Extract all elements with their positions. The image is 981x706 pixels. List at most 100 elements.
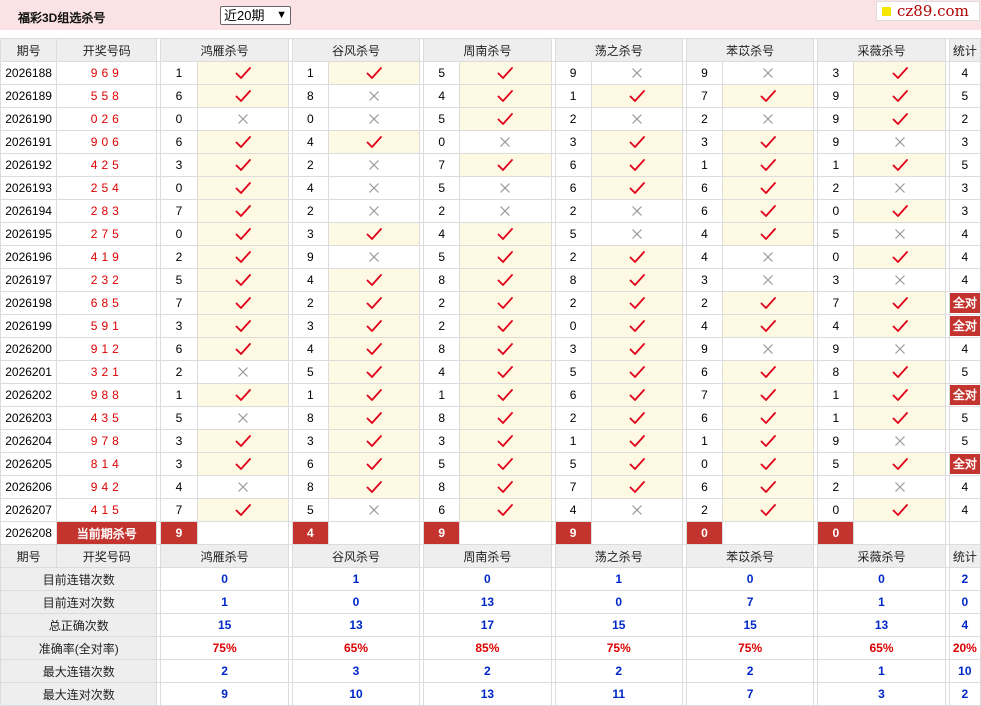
stats-total: 20% [948, 636, 981, 660]
miss-cell [590, 222, 683, 246]
header-expert[interactable]: 采薇杀号 [817, 544, 946, 568]
stat-cell: 4 [948, 498, 981, 522]
kill-number-cell: 4 [423, 222, 461, 246]
kill-number-cell: 1 [160, 61, 198, 85]
hit-cell [196, 199, 289, 223]
period-cell: 2026193 [0, 176, 58, 200]
hit-cell [327, 314, 421, 338]
cross-icon [724, 274, 813, 286]
hit-cell [722, 291, 815, 315]
check-mark-icon [461, 365, 550, 379]
stats-value: 13 [817, 613, 946, 637]
kill-number-cell: 8 [554, 268, 592, 292]
site-logo-text: cz89.com [897, 2, 969, 20]
header-expert[interactable]: 谷风杀号 [291, 38, 421, 62]
hit-cell [590, 291, 683, 315]
all-right-badge: 全对 [950, 316, 980, 336]
check-mark-icon [329, 66, 418, 80]
hit-cell [459, 475, 552, 499]
stat-cell: 全对 [948, 314, 981, 338]
kill-number-cell: 3 [554, 337, 592, 361]
kill-number-cell: 7 [685, 383, 724, 407]
check-mark-icon [198, 434, 287, 448]
hit-cell [196, 452, 289, 476]
period-range-value: 近20期 [224, 8, 265, 23]
stats-value: 9 [160, 682, 289, 706]
period-cell: 2026188 [0, 61, 58, 85]
header-expert[interactable]: 苯苡杀号 [685, 544, 815, 568]
cross-icon [855, 228, 944, 240]
draw-number-cell: 969 [56, 61, 158, 85]
kill-number-cell: 4 [160, 475, 198, 499]
check-mark-icon [329, 273, 418, 287]
check-mark-icon [461, 480, 550, 494]
kill-number-cell: 1 [160, 383, 198, 407]
site-logo[interactable]: cz89.com [876, 1, 980, 21]
kill-number-cell: 2 [554, 406, 592, 430]
stats-value: 15 [160, 613, 289, 637]
cross-icon [855, 435, 944, 447]
header-expert[interactable]: 鸿雁杀号 [160, 38, 289, 62]
stat-cell: 5 [948, 406, 981, 430]
header-expert[interactable]: 谷风杀号 [291, 544, 421, 568]
cross-icon [592, 504, 681, 516]
cross-icon [855, 136, 944, 148]
check-mark-icon [198, 342, 287, 356]
check-mark-icon [461, 273, 550, 287]
header-expert[interactable]: 苯苡杀号 [685, 38, 815, 62]
header-expert[interactable]: 周南杀号 [423, 544, 552, 568]
miss-cell [853, 268, 946, 292]
hit-cell [327, 406, 421, 430]
cross-icon [724, 113, 813, 125]
draw-number-cell: 415 [56, 498, 158, 522]
kill-number-cell: 4 [423, 360, 461, 384]
draw-number-cell: 026 [56, 107, 158, 131]
kill-number-cell: 3 [291, 222, 329, 246]
hit-cell [590, 268, 683, 292]
kill-number-cell: 8 [817, 360, 855, 384]
check-mark-icon [724, 204, 813, 218]
kill-number-cell: 3 [160, 153, 198, 177]
chevron-down-icon: ▼ [276, 9, 287, 21]
table-row: 2026188 969 1 1 5 9 9 3 4 [0, 61, 981, 85]
kill-number-cell: 6 [160, 84, 198, 108]
table-row: 2026191 906 6 4 0 3 3 9 3 [0, 130, 981, 154]
check-mark-icon [461, 296, 550, 310]
header-expert[interactable]: 荡之杀号 [554, 38, 683, 62]
check-mark-icon [329, 135, 418, 149]
table-row: 2026199 591 3 3 2 0 4 4 全对 [0, 314, 981, 338]
miss-cell [853, 337, 946, 361]
stats-value: 13 [423, 682, 552, 706]
stats-label: 准确率(全对率) [0, 636, 158, 660]
table-row: 2026197 232 5 4 8 8 3 3 4 [0, 268, 981, 292]
check-mark-icon [461, 411, 550, 425]
header-expert[interactable]: 鸿雁杀号 [160, 544, 289, 568]
stats-value: 1 [554, 567, 683, 591]
kill-number-cell: 4 [685, 245, 724, 269]
kill-number-cell: 5 [291, 498, 329, 522]
kill-number-cell: 2 [554, 291, 592, 315]
hit-cell [459, 452, 552, 476]
check-mark-icon [724, 457, 813, 471]
kill-number-cell: 2 [817, 176, 855, 200]
cross-icon [329, 113, 418, 125]
check-mark-icon [461, 342, 550, 356]
check-mark-icon [198, 296, 287, 310]
stats-value: 0 [685, 567, 815, 591]
current-period-row: 2026208 当前期杀号 9 4 9 9 0 0 [0, 521, 981, 545]
kill-number-cell: 7 [817, 291, 855, 315]
period-range-select[interactable]: 近20期 ▼ [220, 6, 291, 25]
kill-number-cell: 6 [554, 153, 592, 177]
period-cell: 2026200 [0, 337, 58, 361]
check-mark-icon [329, 365, 418, 379]
kill-number-cell: 0 [817, 245, 855, 269]
kill-number-cell: 2 [554, 107, 592, 131]
draw-number-cell: 978 [56, 429, 158, 453]
stats-row: 目前连错次数 0 1 0 1 0 0 2 [0, 567, 981, 591]
check-mark-icon [855, 89, 944, 103]
header-expert[interactable]: 荡之杀号 [554, 544, 683, 568]
header-expert[interactable]: 周南杀号 [423, 38, 552, 62]
header-expert[interactable]: 采薇杀号 [817, 38, 946, 62]
kill-number-cell: 5 [160, 268, 198, 292]
cross-icon [461, 182, 550, 194]
